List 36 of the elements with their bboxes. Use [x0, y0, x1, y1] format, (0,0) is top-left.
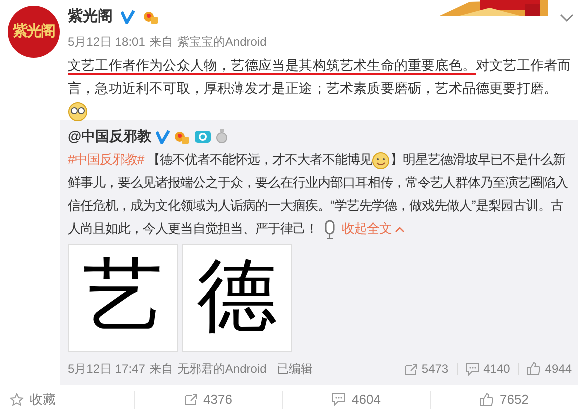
- badge-icon: [143, 9, 159, 26]
- chevron-down-icon[interactable]: [560, 14, 574, 23]
- repost-count[interactable]: 5473: [422, 360, 449, 378]
- smiley-icon: [372, 152, 390, 170]
- post-time[interactable]: 5月12日 17:47: [68, 360, 146, 378]
- thumbs-up-icon[interactable]: [480, 392, 494, 406]
- repost-text: #中国反邪教# 【德不优者不能怀远，才不大者不能博见 】明星艺德滑坡早已不是什么新鲜事儿，要么见诸报端公之于众，要么在行业内部口耳相传，常令艺人群体乃至演艺圈陷入信任危机，成为文化领域为人诟病的一大痼疾。“学艺先学德，做戏先做人”是梨园古训。古人尚且如此，今人更当自觉担当、严于律己！ 收起全文: [68, 148, 572, 240]
- repost-button-label[interactable]: 4376: [204, 390, 232, 410]
- user-name[interactable]: 紫光阁: [68, 6, 113, 28]
- source-link[interactable]: 紫宝宝的Android: [177, 32, 267, 50]
- user-name[interactable]: @中国反邪教: [68, 126, 152, 147]
- post-time[interactable]: 5月12日 18:01: [68, 32, 146, 50]
- comment-count[interactable]: 4140: [484, 360, 510, 378]
- favorite-button-label[interactable]: 收藏: [30, 390, 56, 410]
- repost-icon[interactable]: [404, 362, 418, 376]
- source-label: 来自: [149, 34, 174, 50]
- camera-icon: [194, 129, 212, 144]
- comment-icon[interactable]: [332, 393, 346, 406]
- repost-icon[interactable]: [184, 393, 198, 406]
- caret-up-icon: [395, 226, 406, 234]
- microphone-icon: [324, 220, 336, 240]
- like-button-label[interactable]: 7652: [500, 390, 529, 410]
- comment-button-label[interactable]: 4604: [352, 390, 381, 410]
- character-image[interactable]: 德: [182, 244, 292, 352]
- avatar[interactable]: 紫光阁: [8, 6, 60, 58]
- comment-icon[interactable]: [466, 362, 480, 376]
- thumbs-up-icon[interactable]: [527, 362, 542, 376]
- like-count[interactable]: 4944: [545, 360, 572, 378]
- medal-icon: [216, 129, 228, 144]
- edited-label[interactable]: 已编辑: [276, 360, 313, 378]
- emoji-icon: [68, 102, 88, 122]
- collapse-link[interactable]: 收起全文: [342, 221, 406, 236]
- character-image[interactable]: 艺: [68, 244, 178, 352]
- source-label: 来自: [149, 361, 174, 378]
- source-link[interactable]: 无邪君的Android: [177, 360, 267, 378]
- star-icon[interactable]: [10, 392, 24, 406]
